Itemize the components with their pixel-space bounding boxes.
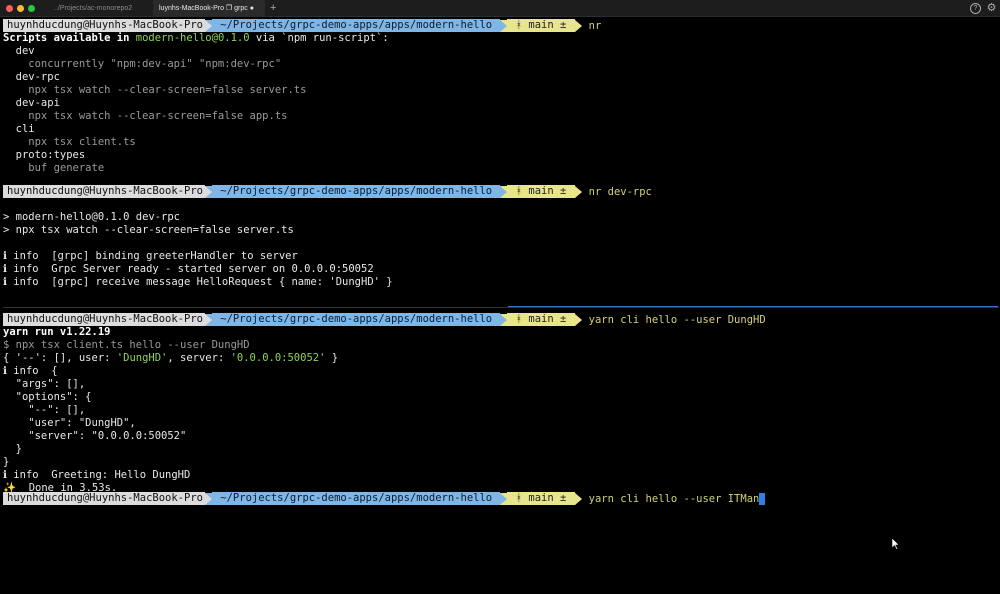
prompt-user: huynhducdung@Huynhs-MacBook-Pro	[3, 19, 205, 32]
output-line: > modern-hello@0.1.0 dev-rpc	[3, 211, 181, 223]
output-line: npx tsx watch --clear-screen=false serve…	[3, 84, 307, 96]
terminal-output[interactable]: huynhducdung@Huynhs-MacBook-Pro ~/Projec…	[0, 17, 1000, 594]
output-line: ℹ info [grpc] receive message HelloReque…	[3, 276, 393, 288]
command-text: nr dev-rpc	[588, 185, 652, 198]
output-line: npx tsx watch --clear-screen=false app.t…	[3, 110, 288, 122]
shell-prompt: huynhducdung@Huynhs-MacBook-Pro ~/Projec…	[3, 313, 766, 326]
command-text: nr	[588, 19, 602, 32]
command-text: yarn cli hello --user DungHD	[588, 313, 766, 326]
output-line: npx tsx client.ts	[3, 136, 136, 148]
tab-monorepo[interactable]: ../Projects/ac-monorepo2	[48, 0, 153, 17]
output-line: ℹ info Grpc Server ready - started serve…	[3, 263, 374, 275]
output-line: ℹ info Greeting: Hello DungHD	[3, 469, 191, 481]
title-bar: ../Projects/ac-monorepo2 luynhs-MacBook-…	[0, 0, 1000, 17]
mouse-pointer-icon	[892, 538, 900, 550]
prompt-user: huynhducdung@Huynhs-MacBook-Pro	[3, 313, 205, 326]
shell-prompt: huynhducdung@Huynhs-MacBook-Pro ~/Projec…	[3, 19, 601, 32]
output-line: dev	[3, 45, 35, 57]
command-input[interactable]: yarn cli hello --user ITMan	[582, 493, 760, 505]
output-line: "options": {	[3, 391, 92, 403]
prompt-path: ~/Projects/grpc-demo-apps/apps/modern-he…	[211, 185, 501, 198]
zoom-window-button[interactable]	[28, 5, 35, 12]
output-line: $ npx tsx client.ts hello --user DungHD	[3, 339, 250, 351]
prompt-user: huynhducdung@Huynhs-MacBook-Pro	[3, 185, 205, 198]
shell-prompt: huynhducdung@Huynhs-MacBook-Pro ~/Projec…	[3, 185, 652, 198]
prompt-git-branch: ᚼ main ±	[507, 313, 575, 326]
minimize-window-button[interactable]	[17, 5, 24, 12]
output-line: ℹ info {	[3, 365, 58, 377]
prompt-path: ~/Projects/grpc-demo-apps/apps/modern-he…	[211, 313, 501, 326]
output-line: "server": "0.0.0.0:50052"	[3, 430, 187, 442]
text-cursor	[759, 492, 766, 505]
yarn-version: yarn run v1.22.19	[3, 326, 111, 338]
output-line: "--": [],	[3, 404, 86, 416]
prompt-git-branch: ᚼ main ±	[507, 19, 575, 32]
output-line: proto:types	[3, 149, 86, 161]
prompt-user: huynhducdung@Huynhs-MacBook-Pro	[3, 492, 205, 505]
prompt-git-branch: ᚼ main ±	[507, 185, 575, 198]
output-line: "user": "DungHD",	[3, 417, 136, 429]
output-line: }	[3, 456, 10, 468]
close-window-button[interactable]	[6, 5, 13, 12]
tab-grpc[interactable]: luynhs-MacBook-Pro ❐ grpc ●	[153, 0, 265, 17]
output-line: > npx tsx watch --clear-screen=false ser…	[3, 224, 294, 236]
help-icon[interactable]: ?	[970, 3, 981, 14]
output-line: cli	[3, 123, 35, 135]
pane-divider[interactable]	[3, 307, 999, 308]
scripts-header: Scripts available in modern-hello@0.1.0 …	[3, 32, 389, 44]
output-line: dev-rpc	[3, 71, 60, 83]
output-line: dev-api	[3, 97, 60, 109]
output-line: ℹ info [grpc] binding greeterHandler to …	[3, 250, 298, 262]
shell-prompt-active[interactable]: huynhducdung@Huynhs-MacBook-Pro ~/Projec…	[3, 492, 766, 505]
prompt-path: ~/Projects/grpc-demo-apps/apps/modern-he…	[211, 492, 501, 505]
output-line: buf generate	[3, 162, 105, 174]
output-line: concurrently "npm:dev-api" "npm:dev-rpc"	[3, 58, 282, 70]
args-object-line: { '--': [], user: 'DungHD', server: '0.0…	[3, 352, 339, 364]
output-line: }	[3, 443, 22, 455]
output-line: "args": [],	[3, 378, 86, 390]
new-tab-button[interactable]: +	[270, 0, 276, 17]
prompt-path: ~/Projects/grpc-demo-apps/apps/modern-he…	[211, 19, 501, 32]
gear-icon[interactable]: ⚙	[986, 3, 997, 14]
prompt-git-branch: ᚼ main ±	[507, 492, 575, 505]
